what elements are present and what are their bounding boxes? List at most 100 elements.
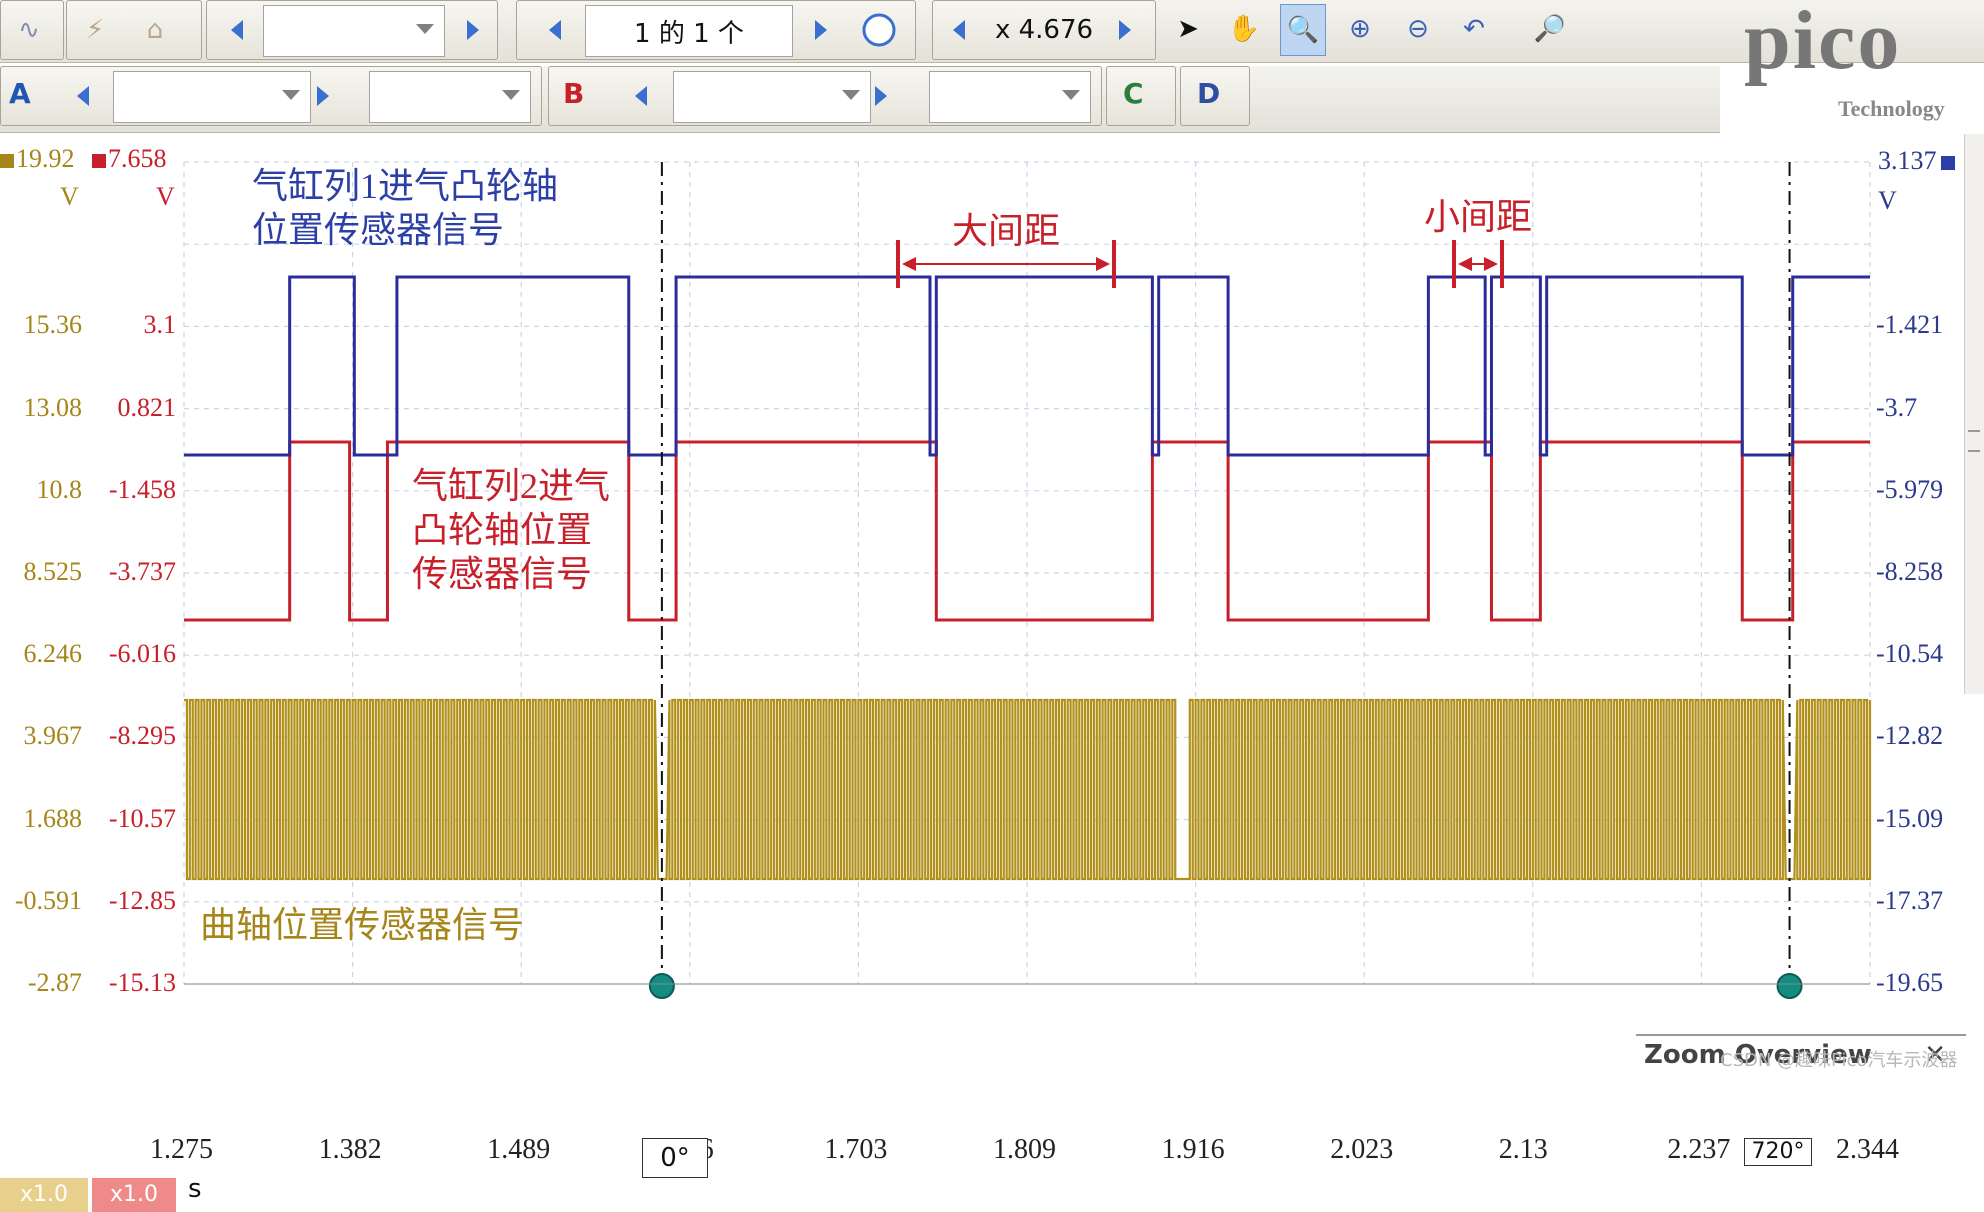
capture-dropdown[interactable] — [263, 5, 445, 57]
x-axis-tick: 2.237 — [1667, 1134, 1731, 1165]
axis-b-unit: V — [156, 182, 175, 211]
axis-a-tick: 8.525 — [23, 557, 83, 586]
axis-right-tick: -19.65 — [1876, 968, 1944, 997]
channel-b-group: B — [548, 66, 1102, 126]
undo-zoom-icon[interactable]: ↶ — [1452, 4, 1496, 54]
axis-right-unit: V — [1878, 186, 1897, 215]
channel-b-range-up[interactable] — [859, 71, 903, 121]
axis-b-tick: -10.57 — [108, 803, 176, 833]
bank2-label: 气缸列2进气 凸轮轴位置 传感器信号 — [412, 466, 611, 594]
axis-a-tick: 6.246 — [23, 639, 83, 669]
vertical-scrollbar[interactable] — [1964, 134, 1984, 694]
channel-d-group: D — [1180, 66, 1250, 126]
axis-b-tick: 0.821 — [117, 392, 177, 422]
channel-a-range-up[interactable] — [301, 71, 345, 121]
axis-right-tick: -8.258 — [1876, 557, 1944, 586]
probe-icon[interactable]: ⚡ — [73, 5, 117, 55]
pointer-tool-icon[interactable]: ➤ — [1166, 4, 1210, 54]
big-gap-arrow-left-arrow-icon — [902, 257, 916, 271]
x-axis-tick: 2.13 — [1498, 1134, 1548, 1165]
channel-a-button[interactable]: A — [9, 77, 31, 110]
scope-view[interactable]: 19.92 7.658 V V 15.36 13.08 10.8 8.525 6.246… — [0, 134, 1984, 1212]
channel-toolbar: A B C D — [0, 66, 1720, 133]
axis-right-tick: -15.09 — [1876, 803, 1944, 833]
channel-b-range-dropdown[interactable] — [673, 71, 871, 123]
channel-b-button[interactable]: B — [563, 77, 584, 110]
zoom-out-step-button[interactable] — [937, 5, 981, 55]
zoom-factor-value: x 4.676 — [994, 15, 1094, 45]
x-axis-tick: 1.809 — [993, 1134, 1056, 1165]
compass-icon[interactable] — [857, 5, 901, 55]
crank-trace — [184, 698, 1872, 881]
channel-a-range-down[interactable] — [61, 71, 105, 121]
x-axis-tick: 1.489 — [487, 1134, 551, 1165]
axis-b-tick: -8.295 — [108, 721, 176, 751]
next-capture-button[interactable] — [451, 5, 495, 55]
bank1-label: 气缸列1进气凸轮轴 位置传感器信号 — [252, 166, 559, 250]
axis-right-top-value: 3.137 — [1878, 146, 1955, 176]
channel-a-group: A — [0, 66, 542, 126]
axis-b-tick: -15.13 — [108, 968, 176, 997]
page-nav-group: 1 的 1 个 — [516, 0, 916, 60]
x-axis-unit: s — [188, 1174, 202, 1204]
main-toolbar: ∿ ⚡ ⌂ 1 的 1 个 x 4.676 ➤ ✋ 🔍 ⊕ ⊖ ↶ 🔎 pico… — [0, 0, 1984, 121]
axis-a-scale-badge[interactable]: x1.0 — [0, 1178, 88, 1212]
channel-c-button[interactable]: C — [1123, 77, 1144, 110]
axis-right-tick: -10.54 — [1876, 639, 1944, 669]
marker-720-label[interactable]: 720° — [1744, 1138, 1812, 1166]
channel-b-range-down[interactable] — [619, 71, 663, 121]
small-gap-arrow-right-arrow-icon — [1484, 257, 1498, 271]
zoom-tool-icon[interactable]: 🔍 — [1280, 4, 1326, 56]
watermark: CSDN @趣味Pico汽车示波器 — [1720, 1050, 1958, 1071]
zoom-in-icon[interactable]: ⊕ — [1338, 4, 1382, 54]
x-axis-tick: 1.916 — [1161, 1134, 1225, 1165]
pico-logo: pico Technology — [1744, 0, 1945, 121]
axis-a-tick: 10.8 — [36, 474, 83, 504]
channel-d-button[interactable]: D — [1197, 77, 1220, 110]
axis-a-tick: -2.87 — [27, 968, 82, 997]
zoom-in-step-button[interactable] — [1103, 5, 1147, 55]
axis-b-scale-badge[interactable]: x1.0 — [92, 1178, 176, 1212]
marker-0-label[interactable]: 0° — [642, 1138, 708, 1178]
x-axis-tick: 2.023 — [1330, 1134, 1394, 1165]
scope-mode-icon[interactable]: ∿ — [7, 5, 51, 55]
channel-c-group: C — [1106, 66, 1176, 126]
crank-label: 曲轴位置传感器信号 — [200, 905, 525, 945]
home-icon[interactable]: ⌂ — [133, 5, 177, 55]
axis-b-tick: 3.1 — [143, 310, 177, 340]
prev-page-button[interactable] — [533, 5, 577, 55]
zoom-100-icon[interactable]: 🔎 — [1528, 4, 1572, 54]
axis-a-tick: 3.967 — [23, 721, 83, 751]
prev-capture-button[interactable] — [215, 5, 259, 55]
x-axis-tick: 1.275 — [150, 1134, 213, 1165]
small-gap-arrow-left-arrow-icon — [1458, 257, 1472, 271]
page-indicator: 1 的 1 个 — [585, 5, 793, 57]
next-page-button[interactable] — [799, 5, 843, 55]
x-axis-tick: 1.703 — [824, 1134, 888, 1165]
zoom-factor-group: x 4.676 — [932, 0, 1156, 60]
hand-tool-icon[interactable]: ✋ — [1222, 4, 1266, 54]
x-axis-tick: 2.344 — [1836, 1134, 1899, 1165]
axis-b-top-value: 7.658 — [92, 144, 167, 174]
ruler-handle-icon-0 — [648, 973, 675, 999]
capture-selector-group — [206, 0, 498, 60]
channel-a-right-swatch-icon — [1940, 156, 1955, 171]
axis-a-tick: 15.36 — [23, 310, 83, 340]
axis-b-tick: -1.458 — [108, 474, 176, 504]
scrollbar-grip-icon[interactable] — [1968, 430, 1980, 452]
big-gap-label: 大间距 — [952, 211, 1061, 251]
axis-a-tick: 13.08 — [23, 392, 83, 422]
channel-a-coupling-dropdown[interactable] — [369, 71, 531, 123]
axis-b-tick: -12.85 — [108, 885, 176, 915]
axis-right-tick: -5.979 — [1876, 474, 1944, 504]
channel-b-swatch-icon — [92, 154, 106, 169]
channel-a-swatch-icon — [0, 154, 14, 169]
axis-b-tick: -6.016 — [108, 639, 176, 669]
axis-right-tick: -1.421 — [1876, 310, 1944, 340]
scope-mode-group: ∿ — [0, 0, 64, 60]
axis-a-tick: 1.688 — [23, 803, 83, 833]
channel-a-range-dropdown[interactable] — [113, 71, 311, 123]
small-gap-label: 小间距 — [1424, 197, 1533, 237]
channel-b-coupling-dropdown[interactable] — [929, 71, 1091, 123]
zoom-out-icon[interactable]: ⊖ — [1396, 4, 1440, 54]
